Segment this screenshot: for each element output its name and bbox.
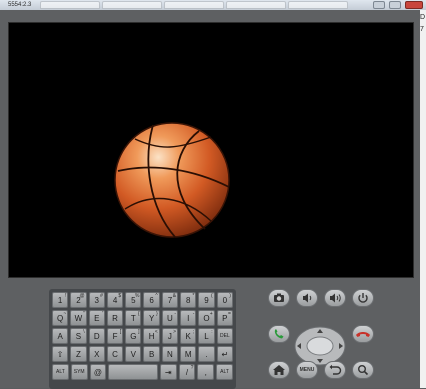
volume-up-icon bbox=[330, 293, 341, 303]
key-n[interactable]: N bbox=[161, 346, 179, 362]
keyboard-row: A S \ D F[ G] H < J > K; L: DEL bbox=[52, 328, 233, 344]
key-t[interactable]: T{ bbox=[125, 310, 142, 326]
dpad-icon bbox=[294, 326, 346, 366]
key-0[interactable]: 0) bbox=[216, 292, 233, 308]
key-tab[interactable]: ⇥ bbox=[159, 364, 177, 380]
call-icon bbox=[274, 329, 284, 339]
device-screen[interactable] bbox=[8, 22, 414, 278]
key-3[interactable]: 3 # bbox=[88, 292, 105, 308]
keyboard-row: ⇧ Z X C V B N M . ↵ bbox=[52, 346, 233, 362]
key-at[interactable]: @ bbox=[89, 364, 107, 380]
key-k[interactable]: K; bbox=[180, 328, 197, 344]
key-alt-right[interactable]: ALT bbox=[216, 364, 233, 380]
key-p[interactable]: P = bbox=[216, 310, 233, 326]
menu-label: MENU bbox=[299, 367, 315, 373]
key-y[interactable]: Y} bbox=[143, 310, 160, 326]
maximize-button[interactable] bbox=[389, 1, 401, 9]
keyboard-row: 1! 2 @ 3 # 4 $ 5% 6 ^ 7 & 8 * 9( 0) bbox=[52, 292, 233, 308]
minimize-button[interactable] bbox=[373, 1, 385, 9]
power-button[interactable] bbox=[352, 289, 374, 307]
key-j[interactable]: J > bbox=[161, 328, 179, 344]
key-4[interactable]: 4 $ bbox=[106, 292, 124, 308]
hardware-keyboard: 1! 2 @ 3 # 4 $ 5% 6 ^ 7 & 8 * 9( 0) Q ~ W " E ' R… bbox=[49, 289, 236, 389]
key-6[interactable]: 6 ^ bbox=[143, 292, 160, 308]
end-call-icon bbox=[356, 332, 370, 337]
key-sym[interactable]: SYM bbox=[70, 364, 88, 380]
keyboard-row: ALT SYM @ ⇥ /? , ALT bbox=[52, 364, 233, 380]
key-5[interactable]: 5% bbox=[125, 292, 142, 308]
volume-down-icon bbox=[303, 293, 312, 303]
key-alt-left[interactable]: ALT bbox=[52, 364, 69, 380]
key-s[interactable]: S \ bbox=[70, 328, 87, 344]
key-1[interactable]: 1! bbox=[52, 292, 69, 308]
key-m[interactable]: M bbox=[180, 346, 197, 362]
search-button[interactable] bbox=[352, 361, 374, 379]
key-b[interactable]: B bbox=[143, 346, 160, 362]
menu-button[interactable]: MENU bbox=[296, 361, 318, 379]
key-d[interactable]: D bbox=[88, 328, 105, 344]
background-tabs bbox=[40, 1, 348, 9]
background-window-edge: D 7 bbox=[420, 10, 426, 388]
key-z[interactable]: Z bbox=[70, 346, 87, 362]
key-i[interactable]: I- bbox=[180, 310, 197, 326]
emulator-device: 1! 2 @ 3 # 4 $ 5% 6 ^ 7 & 8 * 9( 0) Q ~ W " E ' R… bbox=[0, 10, 420, 389]
key-9[interactable]: 9( bbox=[198, 292, 215, 308]
end-call-button[interactable] bbox=[352, 325, 374, 343]
key-enter[interactable]: ↵ bbox=[216, 346, 233, 362]
edge-char: 7 bbox=[420, 26, 424, 33]
search-icon bbox=[357, 365, 369, 376]
key-comma[interactable]: , bbox=[197, 364, 215, 380]
keyboard-row: Q ~ W " E ' R T{ Y} U- I- O + P = bbox=[52, 310, 233, 326]
key-del[interactable]: DEL bbox=[216, 328, 233, 344]
volume-down-button[interactable] bbox=[296, 289, 318, 307]
key-7[interactable]: 7 & bbox=[161, 292, 179, 308]
back-icon bbox=[329, 364, 342, 375]
back-button[interactable] bbox=[324, 361, 346, 379]
key-8[interactable]: 8 * bbox=[180, 292, 197, 308]
home-button[interactable] bbox=[268, 361, 290, 379]
key-space[interactable] bbox=[108, 364, 158, 380]
key-slash[interactable]: /? bbox=[178, 364, 196, 380]
key-v[interactable]: V bbox=[125, 346, 142, 362]
key-period[interactable]: . bbox=[198, 346, 215, 362]
key-2[interactable]: 2 @ bbox=[70, 292, 87, 308]
close-button[interactable] bbox=[405, 1, 423, 9]
background-tab bbox=[288, 1, 348, 9]
dpad[interactable] bbox=[294, 326, 346, 366]
basketball-image bbox=[114, 122, 230, 238]
power-icon bbox=[358, 293, 368, 303]
key-g[interactable]: G] bbox=[125, 328, 142, 344]
call-button[interactable] bbox=[268, 325, 290, 343]
volume-up-button[interactable] bbox=[324, 289, 346, 307]
key-a[interactable]: A bbox=[52, 328, 69, 344]
camera-button[interactable] bbox=[268, 289, 290, 307]
key-f[interactable]: F[ bbox=[106, 328, 124, 344]
window-title: 5554:2.3 bbox=[8, 2, 32, 8]
camera-icon bbox=[274, 293, 284, 302]
key-h[interactable]: H < bbox=[143, 328, 160, 344]
key-u[interactable]: U- bbox=[161, 310, 179, 326]
background-tab bbox=[226, 1, 286, 9]
key-shift[interactable]: ⇧ bbox=[52, 346, 69, 362]
home-icon bbox=[273, 365, 285, 375]
key-l[interactable]: L: bbox=[198, 328, 215, 344]
key-c[interactable]: C bbox=[106, 346, 124, 362]
background-tab bbox=[102, 1, 162, 9]
key-q[interactable]: Q ~ bbox=[52, 310, 69, 326]
background-tab bbox=[40, 1, 100, 9]
edge-char: D bbox=[420, 14, 426, 21]
key-x[interactable]: X bbox=[88, 346, 105, 362]
key-r[interactable]: R bbox=[106, 310, 124, 326]
key-e[interactable]: E ' bbox=[88, 310, 105, 326]
background-tab bbox=[164, 1, 224, 9]
key-o[interactable]: O + bbox=[198, 310, 215, 326]
key-w[interactable]: W " bbox=[70, 310, 87, 326]
